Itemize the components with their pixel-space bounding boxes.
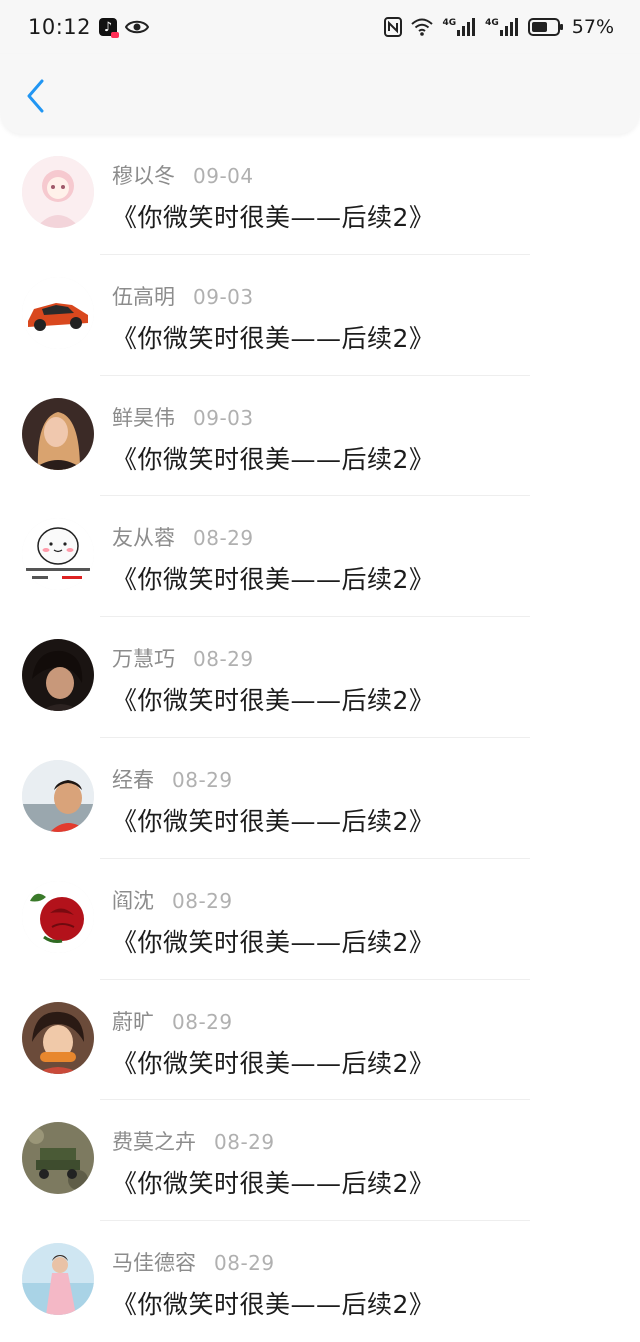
list-item[interactable]: 经春 08-29 《你微笑时很美——后续2》 <box>0 738 640 859</box>
list-item[interactable]: 伍高明 09-03 《你微笑时很美——后续2》 <box>0 255 640 376</box>
list-item[interactable]: 费莫之卉 08-29 《你微笑时很美——后续2》 <box>0 1100 640 1222</box>
status-bar: 10:12 ♪ 4G 4G 57% <box>0 0 640 54</box>
avatar[interactable] <box>22 156 94 228</box>
avatar[interactable] <box>22 1122 94 1195</box>
eye-icon <box>125 20 150 34</box>
post-title[interactable]: 《你微笑时很美——后续2》 <box>112 923 434 959</box>
post-title[interactable]: 《你微笑时很美——后续2》 <box>112 681 434 717</box>
post-title[interactable]: 《你微笑时很美——后续2》 <box>112 319 434 355</box>
post-date: 09-03 <box>193 284 254 309</box>
list-item[interactable]: 鲜昊伟 09-03 《你微笑时很美——后续2》 <box>0 376 640 497</box>
post-date: 08-29 <box>172 1009 233 1034</box>
avatar[interactable] <box>22 518 94 591</box>
post-date: 08-29 <box>172 767 233 792</box>
post-title[interactable]: 《你微笑时很美——后续2》 <box>112 440 434 476</box>
post-date: 08-29 <box>193 526 254 551</box>
post-date: 09-03 <box>193 405 254 430</box>
post-title[interactable]: 《你微笑时很美——后续2》 <box>112 1285 434 1321</box>
wifi-icon <box>411 18 434 36</box>
user-name: 阎沈 <box>112 888 154 913</box>
list-item[interactable]: 蔚旷 08-29 《你微笑时很美——后续2》 <box>0 980 640 1101</box>
user-name: 马佳德容 <box>112 1251 196 1276</box>
avatar[interactable] <box>22 1001 94 1074</box>
tiktok-app-icon: ♪ <box>99 18 120 38</box>
user-name: 万慧巧 <box>112 647 175 672</box>
user-name: 伍高明 <box>112 284 175 309</box>
post-date: 08-29 <box>193 647 254 672</box>
user-name: 蔚旷 <box>112 1009 154 1034</box>
avatar[interactable] <box>22 880 94 953</box>
post-list: 穆以冬 09-04 《你微笑时很美——后续2》 伍高明 09-03 《你微笑时很… <box>0 134 640 1342</box>
chevron-left-icon <box>27 79 44 113</box>
avatar[interactable] <box>22 397 94 470</box>
user-name: 友从蓉 <box>112 526 175 551</box>
battery-icon <box>527 18 563 36</box>
network-type-label-2: 4G <box>485 18 499 28</box>
avatar[interactable] <box>22 759 94 832</box>
list-item[interactable]: 阎沈 08-29 《你微笑时很美——后续2》 <box>0 859 640 980</box>
network-type-label: 4G <box>442 18 457 28</box>
user-name: 鲜昊伟 <box>112 405 175 430</box>
post-title[interactable]: 《你微笑时很美——后续2》 <box>112 560 434 596</box>
user-name: 费莫之卉 <box>112 1130 196 1155</box>
post-date: 08-29 <box>214 1130 275 1155</box>
status-time: 10:12 <box>28 15 92 39</box>
avatar[interactable] <box>22 639 94 712</box>
list-item[interactable]: 穆以冬 09-04 《你微笑时很美——后续2》 <box>0 134 640 255</box>
post-title[interactable]: 《你微笑时很美——后续2》 <box>112 1164 434 1200</box>
post-title[interactable]: 《你微笑时很美——后续2》 <box>112 802 434 838</box>
avatar[interactable] <box>22 1243 94 1316</box>
post-date: 08-29 <box>172 888 233 913</box>
nfc-icon <box>384 17 403 37</box>
list-item[interactable]: 友从蓉 08-29 《你微笑时很美——后续2》 <box>0 496 640 618</box>
nav-bar <box>0 54 640 134</box>
list-item[interactable]: 马佳德容 08-29 《你微笑时很美——后续2》 <box>0 1221 640 1342</box>
battery-percent: 57% <box>571 16 614 38</box>
signal-4g-icon-2: 4G <box>485 18 520 36</box>
list-item[interactable]: 万慧巧 08-29 《你微笑时很美——后续2》 <box>0 617 640 738</box>
post-date: 09-04 <box>193 164 254 188</box>
avatar[interactable] <box>22 276 94 349</box>
user-name: 穆以冬 <box>112 164 175 188</box>
signal-4g-icon: 4G <box>442 18 477 36</box>
post-date: 08-29 <box>214 1251 275 1276</box>
user-name: 经春 <box>112 767 154 792</box>
post-title[interactable]: 《你微笑时很美——后续2》 <box>112 198 434 234</box>
back-button[interactable] <box>18 76 54 116</box>
post-title[interactable]: 《你微笑时很美——后续2》 <box>112 1044 434 1080</box>
